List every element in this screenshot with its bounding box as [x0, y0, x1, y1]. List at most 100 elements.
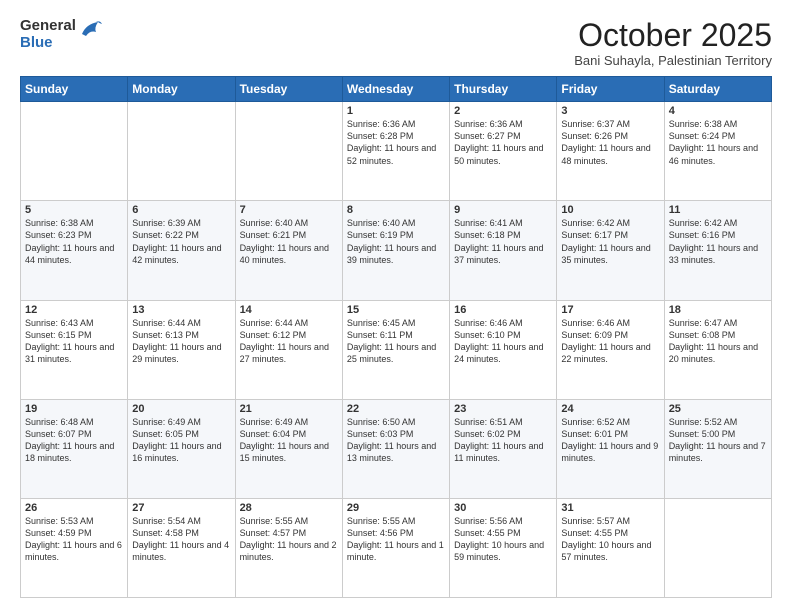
calendar-cell: 8Sunrise: 6:40 AM Sunset: 6:19 PM Daylig… [342, 201, 449, 300]
day-number: 29 [347, 502, 445, 514]
day-info: Sunrise: 6:46 AM Sunset: 6:10 PM Dayligh… [454, 317, 552, 366]
day-info: Sunrise: 6:52 AM Sunset: 6:01 PM Dayligh… [561, 416, 659, 465]
day-info: Sunrise: 6:47 AM Sunset: 6:08 PM Dayligh… [669, 317, 767, 366]
day-number: 3 [561, 105, 659, 117]
day-info: Sunrise: 6:38 AM Sunset: 6:23 PM Dayligh… [25, 217, 123, 266]
calendar-cell [235, 102, 342, 201]
calendar-cell: 27Sunrise: 5:54 AM Sunset: 4:58 PM Dayli… [128, 498, 235, 597]
day-number: 8 [347, 204, 445, 216]
calendar-cell [664, 498, 771, 597]
day-info: Sunrise: 5:54 AM Sunset: 4:58 PM Dayligh… [132, 515, 230, 564]
title-block: October 2025 Bani Suhayla, Palestinian T… [574, 18, 772, 68]
calendar-week-row: 1Sunrise: 6:36 AM Sunset: 6:28 PM Daylig… [21, 102, 772, 201]
day-number: 6 [132, 204, 230, 216]
day-of-week-header: Tuesday [235, 77, 342, 102]
day-info: Sunrise: 6:45 AM Sunset: 6:11 PM Dayligh… [347, 317, 445, 366]
calendar-cell: 6Sunrise: 6:39 AM Sunset: 6:22 PM Daylig… [128, 201, 235, 300]
calendar-cell: 31Sunrise: 5:57 AM Sunset: 4:55 PM Dayli… [557, 498, 664, 597]
calendar-week-row: 19Sunrise: 6:48 AM Sunset: 6:07 PM Dayli… [21, 399, 772, 498]
day-info: Sunrise: 6:48 AM Sunset: 6:07 PM Dayligh… [25, 416, 123, 465]
day-number: 12 [25, 304, 123, 316]
day-number: 24 [561, 403, 659, 415]
day-info: Sunrise: 5:56 AM Sunset: 4:55 PM Dayligh… [454, 515, 552, 564]
calendar-cell: 14Sunrise: 6:44 AM Sunset: 6:12 PM Dayli… [235, 300, 342, 399]
day-info: Sunrise: 6:36 AM Sunset: 6:27 PM Dayligh… [454, 118, 552, 167]
day-info: Sunrise: 6:51 AM Sunset: 6:02 PM Dayligh… [454, 416, 552, 465]
day-info: Sunrise: 5:55 AM Sunset: 4:56 PM Dayligh… [347, 515, 445, 564]
day-number: 15 [347, 304, 445, 316]
page: General Blue October 2025 Bani Suhayla, … [0, 0, 792, 612]
calendar-cell: 7Sunrise: 6:40 AM Sunset: 6:21 PM Daylig… [235, 201, 342, 300]
day-number: 19 [25, 403, 123, 415]
calendar-cell: 11Sunrise: 6:42 AM Sunset: 6:16 PM Dayli… [664, 201, 771, 300]
day-number: 4 [669, 105, 767, 117]
day-info: Sunrise: 6:50 AM Sunset: 6:03 PM Dayligh… [347, 416, 445, 465]
day-info: Sunrise: 6:36 AM Sunset: 6:28 PM Dayligh… [347, 118, 445, 167]
day-of-week-header: Thursday [450, 77, 557, 102]
day-of-week-header: Saturday [664, 77, 771, 102]
calendar-table: SundayMondayTuesdayWednesdayThursdayFrid… [20, 76, 772, 598]
calendar-header-row: SundayMondayTuesdayWednesdayThursdayFrid… [21, 77, 772, 102]
calendar-cell: 3Sunrise: 6:37 AM Sunset: 6:26 PM Daylig… [557, 102, 664, 201]
calendar-cell: 2Sunrise: 6:36 AM Sunset: 6:27 PM Daylig… [450, 102, 557, 201]
day-info: Sunrise: 6:46 AM Sunset: 6:09 PM Dayligh… [561, 317, 659, 366]
calendar-cell: 25Sunrise: 5:52 AM Sunset: 5:00 PM Dayli… [664, 399, 771, 498]
day-number: 30 [454, 502, 552, 514]
subtitle: Bani Suhayla, Palestinian Territory [574, 53, 772, 68]
calendar-cell: 16Sunrise: 6:46 AM Sunset: 6:10 PM Dayli… [450, 300, 557, 399]
calendar-cell: 13Sunrise: 6:44 AM Sunset: 6:13 PM Dayli… [128, 300, 235, 399]
calendar-cell: 23Sunrise: 6:51 AM Sunset: 6:02 PM Dayli… [450, 399, 557, 498]
day-number: 23 [454, 403, 552, 415]
day-info: Sunrise: 6:42 AM Sunset: 6:17 PM Dayligh… [561, 217, 659, 266]
day-number: 28 [240, 502, 338, 514]
day-number: 31 [561, 502, 659, 514]
day-number: 21 [240, 403, 338, 415]
day-number: 16 [454, 304, 552, 316]
day-info: Sunrise: 6:43 AM Sunset: 6:15 PM Dayligh… [25, 317, 123, 366]
calendar-cell: 24Sunrise: 6:52 AM Sunset: 6:01 PM Dayli… [557, 399, 664, 498]
calendar-cell: 22Sunrise: 6:50 AM Sunset: 6:03 PM Dayli… [342, 399, 449, 498]
day-number: 27 [132, 502, 230, 514]
day-number: 10 [561, 204, 659, 216]
day-number: 14 [240, 304, 338, 316]
calendar-cell: 15Sunrise: 6:45 AM Sunset: 6:11 PM Dayli… [342, 300, 449, 399]
day-number: 22 [347, 403, 445, 415]
calendar-cell: 9Sunrise: 6:41 AM Sunset: 6:18 PM Daylig… [450, 201, 557, 300]
calendar-cell [21, 102, 128, 201]
day-info: Sunrise: 6:37 AM Sunset: 6:26 PM Dayligh… [561, 118, 659, 167]
day-number: 11 [669, 204, 767, 216]
logo-text: General Blue [20, 18, 76, 51]
day-of-week-header: Monday [128, 77, 235, 102]
day-number: 2 [454, 105, 552, 117]
day-info: Sunrise: 5:52 AM Sunset: 5:00 PM Dayligh… [669, 416, 767, 465]
day-info: Sunrise: 6:44 AM Sunset: 6:12 PM Dayligh… [240, 317, 338, 366]
day-number: 1 [347, 105, 445, 117]
day-info: Sunrise: 6:38 AM Sunset: 6:24 PM Dayligh… [669, 118, 767, 167]
calendar-cell: 30Sunrise: 5:56 AM Sunset: 4:55 PM Dayli… [450, 498, 557, 597]
calendar-week-row: 26Sunrise: 5:53 AM Sunset: 4:59 PM Dayli… [21, 498, 772, 597]
day-number: 17 [561, 304, 659, 316]
logo-bird-icon [78, 16, 104, 49]
calendar-cell: 20Sunrise: 6:49 AM Sunset: 6:05 PM Dayli… [128, 399, 235, 498]
day-info: Sunrise: 6:42 AM Sunset: 6:16 PM Dayligh… [669, 217, 767, 266]
logo: General Blue [20, 18, 104, 51]
day-of-week-header: Friday [557, 77, 664, 102]
calendar-cell: 19Sunrise: 6:48 AM Sunset: 6:07 PM Dayli… [21, 399, 128, 498]
day-number: 5 [25, 204, 123, 216]
main-title: October 2025 [574, 18, 772, 53]
day-number: 25 [669, 403, 767, 415]
calendar-cell: 1Sunrise: 6:36 AM Sunset: 6:28 PM Daylig… [342, 102, 449, 201]
calendar-cell: 18Sunrise: 6:47 AM Sunset: 6:08 PM Dayli… [664, 300, 771, 399]
day-info: Sunrise: 6:39 AM Sunset: 6:22 PM Dayligh… [132, 217, 230, 266]
day-number: 26 [25, 502, 123, 514]
day-number: 18 [669, 304, 767, 316]
calendar-cell: 21Sunrise: 6:49 AM Sunset: 6:04 PM Dayli… [235, 399, 342, 498]
day-info: Sunrise: 5:57 AM Sunset: 4:55 PM Dayligh… [561, 515, 659, 564]
calendar-week-row: 5Sunrise: 6:38 AM Sunset: 6:23 PM Daylig… [21, 201, 772, 300]
calendar-cell: 17Sunrise: 6:46 AM Sunset: 6:09 PM Dayli… [557, 300, 664, 399]
calendar-week-row: 12Sunrise: 6:43 AM Sunset: 6:15 PM Dayli… [21, 300, 772, 399]
day-info: Sunrise: 6:49 AM Sunset: 6:05 PM Dayligh… [132, 416, 230, 465]
calendar-cell: 28Sunrise: 5:55 AM Sunset: 4:57 PM Dayli… [235, 498, 342, 597]
calendar-cell: 12Sunrise: 6:43 AM Sunset: 6:15 PM Dayli… [21, 300, 128, 399]
day-number: 9 [454, 204, 552, 216]
